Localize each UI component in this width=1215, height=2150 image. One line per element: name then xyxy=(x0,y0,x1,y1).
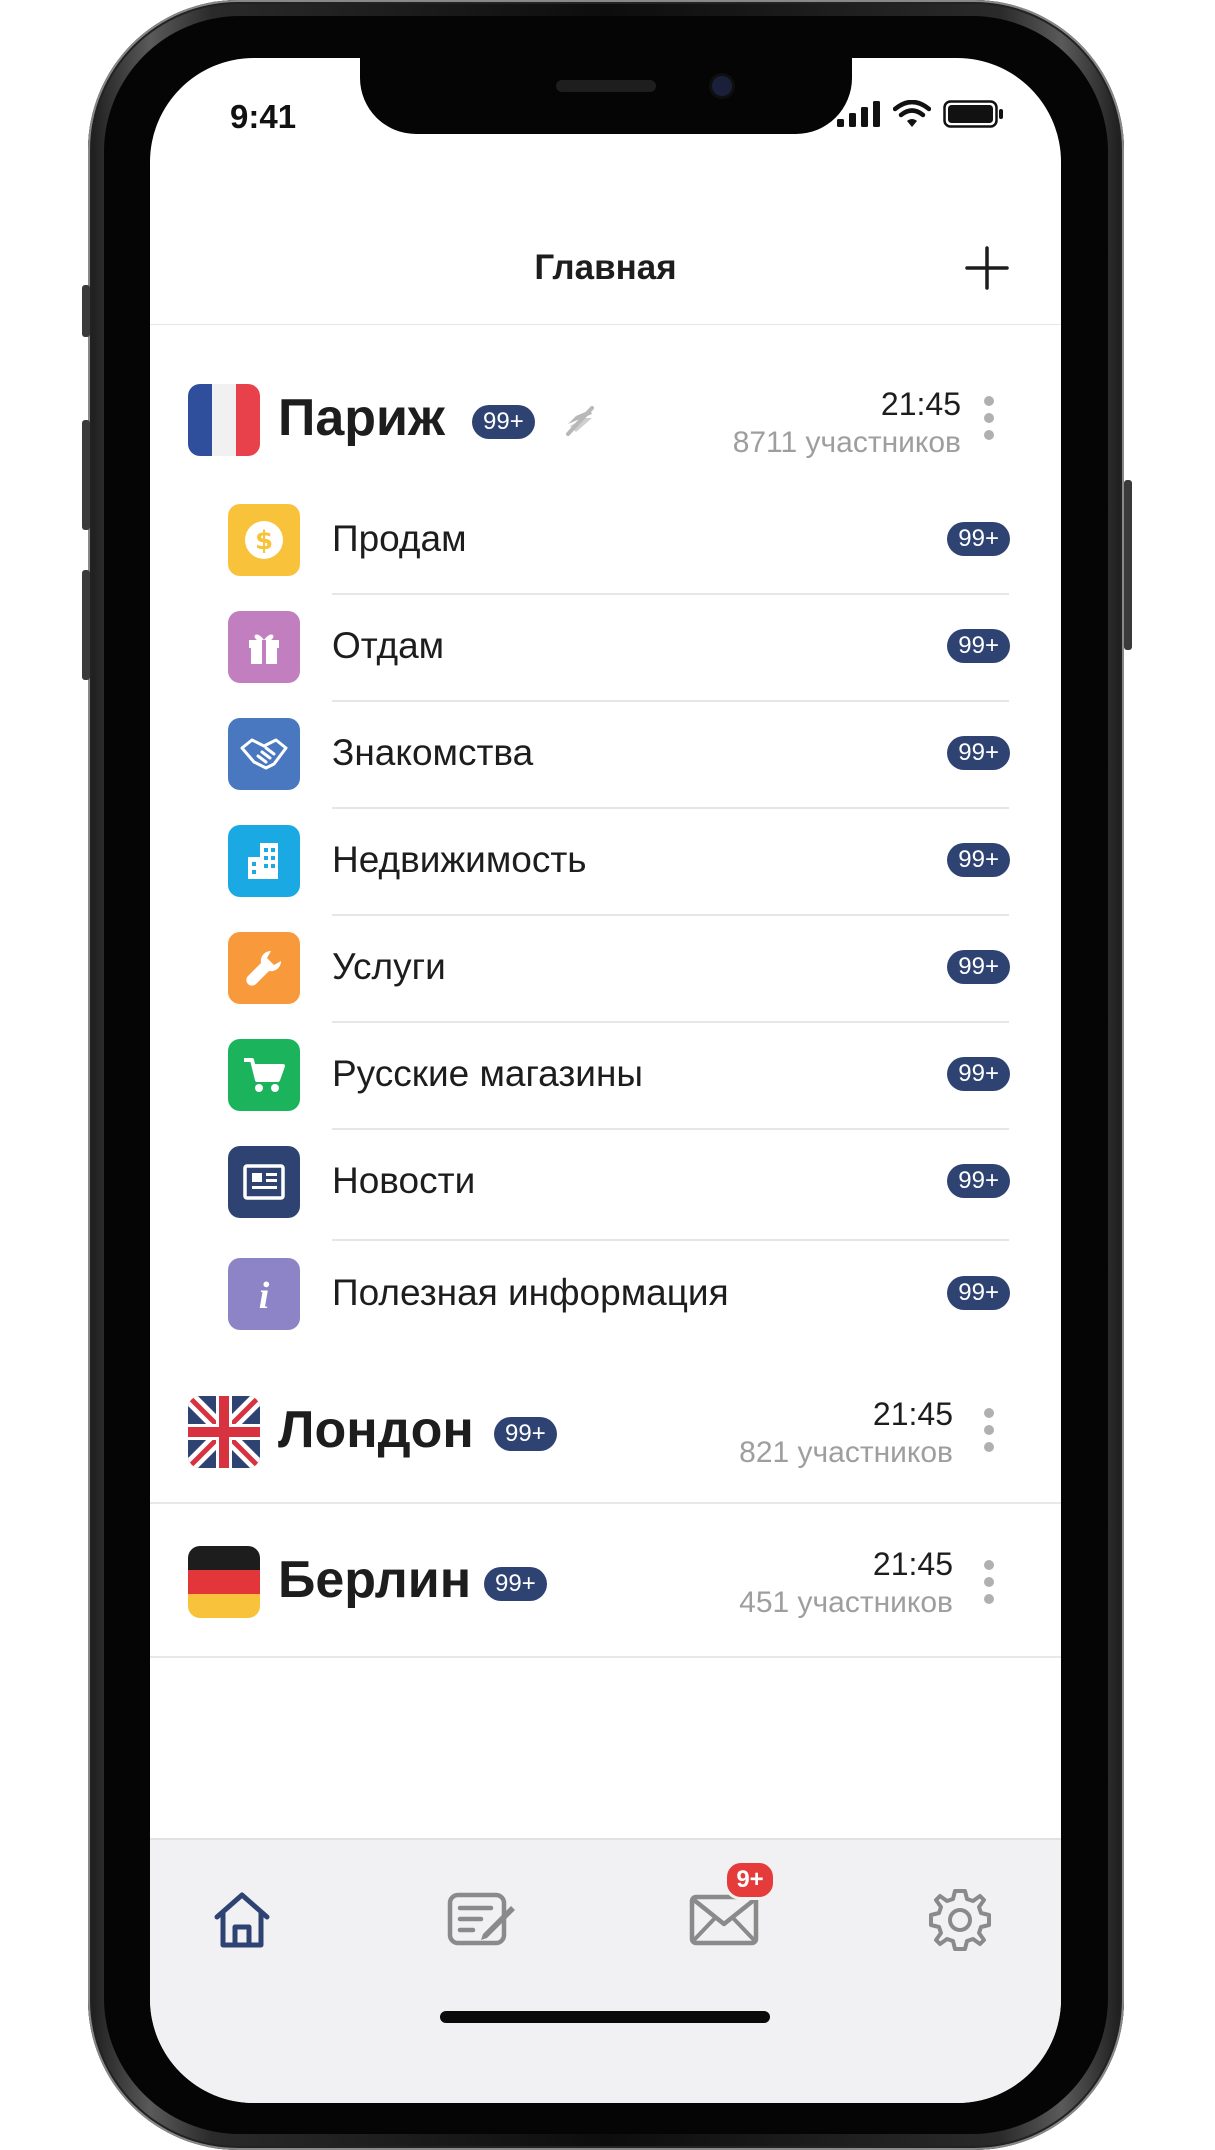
city-row-london[interactable]: Лондон 99+ 21:45 821 участников xyxy=(150,1354,1061,1504)
more-options-icon[interactable] xyxy=(979,396,999,448)
speaker-grille xyxy=(556,80,656,92)
city-row-paris[interactable]: Париж 99+ 21:45 8711 участников xyxy=(150,320,1061,459)
svg-text:$: $ xyxy=(255,526,273,556)
tab-home[interactable] xyxy=(202,1880,282,1960)
home-icon xyxy=(214,1892,270,1948)
building-icon xyxy=(228,825,300,897)
category-label: Новости xyxy=(332,1160,476,1201)
shopping-cart-icon xyxy=(228,1039,300,1111)
tab-settings[interactable] xyxy=(920,1880,1000,1960)
dollar-coin-icon: $ xyxy=(228,504,300,576)
battery-icon xyxy=(943,100,1003,128)
category-label: Продам xyxy=(332,518,467,559)
category-badge: 99+ xyxy=(947,950,1010,984)
more-options-icon[interactable] xyxy=(979,1408,999,1460)
gear-icon xyxy=(929,1889,991,1951)
add-icon[interactable] xyxy=(963,244,1011,292)
city-name: Берлин xyxy=(278,1551,472,1609)
muted-icon xyxy=(566,406,594,436)
category-badge: 99+ xyxy=(947,1057,1010,1091)
tab-compose[interactable] xyxy=(442,1880,522,1960)
city-row-berlin[interactable]: Берлин 99+ 21:45 451 участников xyxy=(150,1504,1061,1658)
notch xyxy=(360,58,852,134)
navigation-bar: Главная xyxy=(150,176,1061,325)
last-message-time: 21:45 xyxy=(880,386,961,422)
unread-badge: 99+ xyxy=(472,405,535,439)
category-item-russkie-magaziny[interactable]: Русские магазины 99+ xyxy=(150,1023,1061,1130)
mail-icon xyxy=(689,1894,759,1946)
home-indicator xyxy=(440,2011,770,2023)
category-badge: 99+ xyxy=(947,629,1010,663)
category-item-otdam[interactable]: Отдам 99+ xyxy=(150,595,1061,702)
compose-icon xyxy=(447,1892,515,1946)
category-label: Знакомства xyxy=(332,732,534,773)
unread-badge: 99+ xyxy=(494,1417,557,1451)
volume-down-button xyxy=(82,570,90,680)
members-count: 821 участников xyxy=(739,1436,953,1469)
page-title: Главная xyxy=(534,248,677,287)
members-count: 451 участников xyxy=(739,1586,953,1619)
last-message-time: 21:45 xyxy=(872,1546,953,1582)
gift-icon xyxy=(228,611,300,683)
category-label: Недвижимость xyxy=(332,839,587,880)
uk-flag-icon xyxy=(188,1396,260,1468)
divider xyxy=(150,1656,1061,1658)
category-item-znakomstva[interactable]: Знакомства 99+ xyxy=(150,702,1061,809)
last-message-time: 21:45 xyxy=(872,1396,953,1432)
wrench-icon xyxy=(228,932,300,1004)
tab-bar: 9+ xyxy=(150,1838,1061,2103)
ringer-switch xyxy=(82,285,90,337)
more-options-icon[interactable] xyxy=(979,1560,999,1612)
category-badge: 99+ xyxy=(947,1164,1010,1198)
germany-flag-icon xyxy=(188,1546,260,1618)
power-button xyxy=(1124,480,1132,650)
volume-up-button xyxy=(82,420,90,530)
newspaper-icon xyxy=(228,1146,300,1218)
status-time: 9:41 xyxy=(230,98,297,135)
category-badge: 99+ xyxy=(947,522,1010,556)
category-item-poleznaya-informaciya[interactable]: i Полезная информация 99+ xyxy=(150,1242,1061,1349)
wifi-icon xyxy=(893,100,931,127)
category-badge: 99+ xyxy=(947,736,1010,770)
category-badge: 99+ xyxy=(947,843,1010,877)
category-item-prodam[interactable]: $ Продам 99+ xyxy=(150,488,1061,595)
notification-badge: 9+ xyxy=(724,1860,776,1900)
signal-icon xyxy=(837,101,880,127)
divider xyxy=(332,1239,1009,1241)
city-name: Париж xyxy=(278,389,445,447)
category-label: Отдам xyxy=(332,625,445,666)
france-flag-icon xyxy=(188,384,260,456)
category-item-nedvizhimost[interactable]: Недвижимость 99+ xyxy=(150,809,1061,916)
handshake-icon xyxy=(228,718,300,790)
screen: 9:41 Главная Париж 99+ 21:45 8711 участн… xyxy=(150,58,1061,2103)
city-name: Лондон xyxy=(278,1401,474,1459)
svg-text:i: i xyxy=(259,1275,270,1316)
category-label: Полезная информация xyxy=(332,1272,729,1313)
status-icons xyxy=(837,100,1005,128)
category-label: Русские магазины xyxy=(332,1053,643,1094)
category-badge: 99+ xyxy=(947,1276,1010,1310)
front-camera xyxy=(712,76,732,96)
category-label: Услуги xyxy=(332,946,446,987)
category-item-uslugi[interactable]: Услуги 99+ xyxy=(150,916,1061,1023)
members-count: 8711 участников xyxy=(732,426,961,459)
info-icon: i xyxy=(228,1258,300,1330)
unread-badge: 99+ xyxy=(484,1567,547,1601)
category-item-novosti[interactable]: Новости 99+ xyxy=(150,1130,1061,1241)
